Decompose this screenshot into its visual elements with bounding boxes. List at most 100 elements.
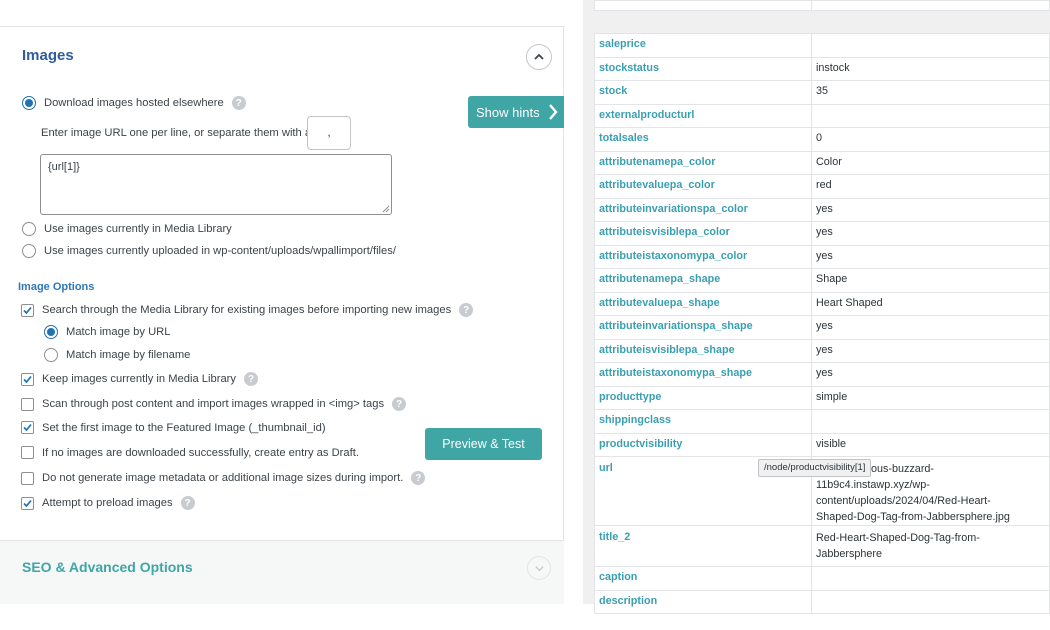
preload-images-option[interactable]: Attempt to preload images ? xyxy=(21,496,195,510)
featured-image-option[interactable]: Set the first image to the Featured Imag… xyxy=(21,421,326,434)
keep-images-option[interactable]: Keep images currently in Media Library ? xyxy=(21,372,259,386)
media-library-radio[interactable] xyxy=(22,222,36,236)
field-value: yes xyxy=(811,244,1050,269)
table-row: stockstatus instock xyxy=(594,56,1050,81)
uploaded-files-option[interactable]: Use images currently uploaded in wp-cont… xyxy=(22,244,396,258)
match-filename-radio[interactable] xyxy=(44,348,58,362)
seo-section-header[interactable]: SEO & Advanced Options xyxy=(0,540,564,604)
table-row: attributeisvisiblepa_color yes xyxy=(594,221,1050,246)
table-spacer-key xyxy=(594,0,812,11)
preload-images-checkbox[interactable] xyxy=(21,496,34,510)
field-key[interactable]: stockstatus xyxy=(594,56,812,81)
field-key[interactable]: totalsales xyxy=(594,127,812,152)
help-icon[interactable]: ? xyxy=(392,397,407,411)
record-rows: saleprice stockstatus instock stock 35 extern… xyxy=(594,33,1050,614)
show-hints-button[interactable]: Show hints xyxy=(468,96,564,128)
field-value: 35 xyxy=(811,80,1050,105)
field-key[interactable]: attributeisvisiblepa_color xyxy=(594,221,812,246)
table-row: attributeistaxonomypa_shape yes xyxy=(594,362,1050,387)
help-icon[interactable]: ? xyxy=(180,496,195,510)
keep-images-label: Keep images currently in Media Library xyxy=(42,373,237,385)
featured-image-checkbox[interactable] xyxy=(21,421,34,434)
field-key[interactable]: productvisibility xyxy=(594,432,812,457)
keep-images-checkbox[interactable] xyxy=(21,372,34,386)
no-metadata-checkbox[interactable] xyxy=(21,471,34,485)
field-key[interactable]: attributeistaxonomypa_shape xyxy=(594,362,812,387)
no-metadata-label: Do not generate image metadata or additi… xyxy=(42,472,404,484)
download-images-option[interactable]: Download images hosted elsewhere ? xyxy=(22,96,246,110)
expand-section-button[interactable] xyxy=(527,556,551,580)
field-key[interactable]: attributevaluepa_color xyxy=(594,174,812,199)
field-key[interactable]: attributeinvariationspa_shape xyxy=(594,315,812,340)
match-url-label: Match image by URL xyxy=(66,326,171,338)
field-key[interactable]: attributeinvariationspa_color xyxy=(594,197,812,222)
field-value: Red-Heart-Shaped-Dog-Tag-from- Jabbersph… xyxy=(811,525,1050,567)
featured-image-label: Set the first image to the Featured Imag… xyxy=(42,421,326,434)
search-media-checkbox[interactable] xyxy=(21,303,34,317)
create-draft-checkbox[interactable] xyxy=(21,446,34,459)
enter-urls-label: Enter image URL one per line, or separat… xyxy=(41,127,312,139)
field-value: red xyxy=(811,174,1050,199)
field-value xyxy=(811,566,1050,591)
help-icon[interactable]: ? xyxy=(459,303,474,317)
collapse-section-button[interactable] xyxy=(526,44,552,70)
table-row: saleprice xyxy=(594,33,1050,58)
field-key[interactable]: stock xyxy=(594,80,812,105)
checkmark-icon xyxy=(23,375,32,383)
seo-section-title: SEO & Advanced Options xyxy=(22,559,193,575)
field-value: yes xyxy=(811,315,1050,340)
match-url-option[interactable]: Match image by URL xyxy=(44,325,170,339)
field-key[interactable]: attributevaluepa_shape xyxy=(594,291,812,316)
field-key[interactable]: title_2 xyxy=(594,525,812,567)
field-value: yes xyxy=(811,362,1050,387)
field-key[interactable]: externalproducturl xyxy=(594,103,812,128)
field-key[interactable]: shippingclass xyxy=(594,409,812,434)
match-filename-option[interactable]: Match image by filename xyxy=(44,348,190,362)
table-row: externalproducturl xyxy=(594,103,1050,128)
field-key[interactable]: caption xyxy=(594,566,812,591)
help-icon[interactable]: ? xyxy=(244,372,259,386)
field-key[interactable]: description xyxy=(594,589,812,614)
record-data-table xyxy=(594,0,1050,11)
match-url-radio[interactable] xyxy=(44,325,58,339)
scan-post-option[interactable]: Scan through post content and import ima… xyxy=(21,397,407,411)
help-icon[interactable]: ? xyxy=(411,471,426,485)
media-library-option[interactable]: Use images currently in Media Library xyxy=(22,222,232,236)
field-value xyxy=(811,409,1050,434)
no-metadata-option[interactable]: Do not generate image metadata or additi… xyxy=(21,471,426,485)
field-key[interactable]: attributenamepa_shape xyxy=(594,268,812,293)
xpath-tooltip: /node/productvisibility[1] xyxy=(758,459,872,477)
field-key[interactable]: attributeisvisiblepa_shape xyxy=(594,338,812,363)
table-row: attributeinvariationspa_shape yes xyxy=(594,315,1050,340)
table-row: attributeistaxonomypa_color yes xyxy=(594,244,1050,269)
help-icon[interactable]: ? xyxy=(231,96,246,110)
image-options-heading: Image Options xyxy=(18,281,95,293)
scan-post-checkbox[interactable] xyxy=(21,397,34,411)
field-value xyxy=(811,589,1050,614)
enter-urls-row: Enter image URL one per line, or separat… xyxy=(41,127,311,139)
table-row: shippingclass xyxy=(594,409,1050,434)
download-images-radio[interactable] xyxy=(22,96,36,110)
field-value xyxy=(811,103,1050,128)
field-key[interactable]: attributenamepa_color xyxy=(594,150,812,175)
preview-test-button[interactable]: Preview & Test xyxy=(425,428,542,460)
title-line: Red-Heart-Shaped-Dog-Tag-from- xyxy=(816,532,980,544)
uploaded-files-radio[interactable] xyxy=(22,244,36,258)
table-row: attributenamepa_shape Shape xyxy=(594,268,1050,293)
field-key[interactable]: attributeistaxonomypa_color xyxy=(594,244,812,269)
url-line: 11b9c4.instawp.xyz/wp- xyxy=(816,479,930,491)
create-draft-option[interactable]: If no images are downloaded successfully… xyxy=(21,446,359,459)
field-value: yes xyxy=(811,197,1050,222)
field-key[interactable]: producttype xyxy=(594,385,812,410)
preload-images-label: Attempt to preload images xyxy=(42,497,173,509)
table-row-caption: caption xyxy=(594,566,1050,591)
separator-input[interactable]: , xyxy=(307,116,351,150)
field-value: yes xyxy=(811,338,1050,363)
field-key[interactable]: saleprice xyxy=(594,33,812,58)
download-images-label: Download images hosted elsewhere xyxy=(44,97,224,109)
table-row: attributevaluepa_color red xyxy=(594,174,1050,199)
resize-handle-icon[interactable] xyxy=(382,205,390,213)
uploaded-files-label: Use images currently uploaded in wp-cont… xyxy=(44,245,396,257)
search-media-option[interactable]: Search through the Media Library for exi… xyxy=(21,303,474,317)
image-url-textarea[interactable]: {url[1]} xyxy=(40,154,392,215)
